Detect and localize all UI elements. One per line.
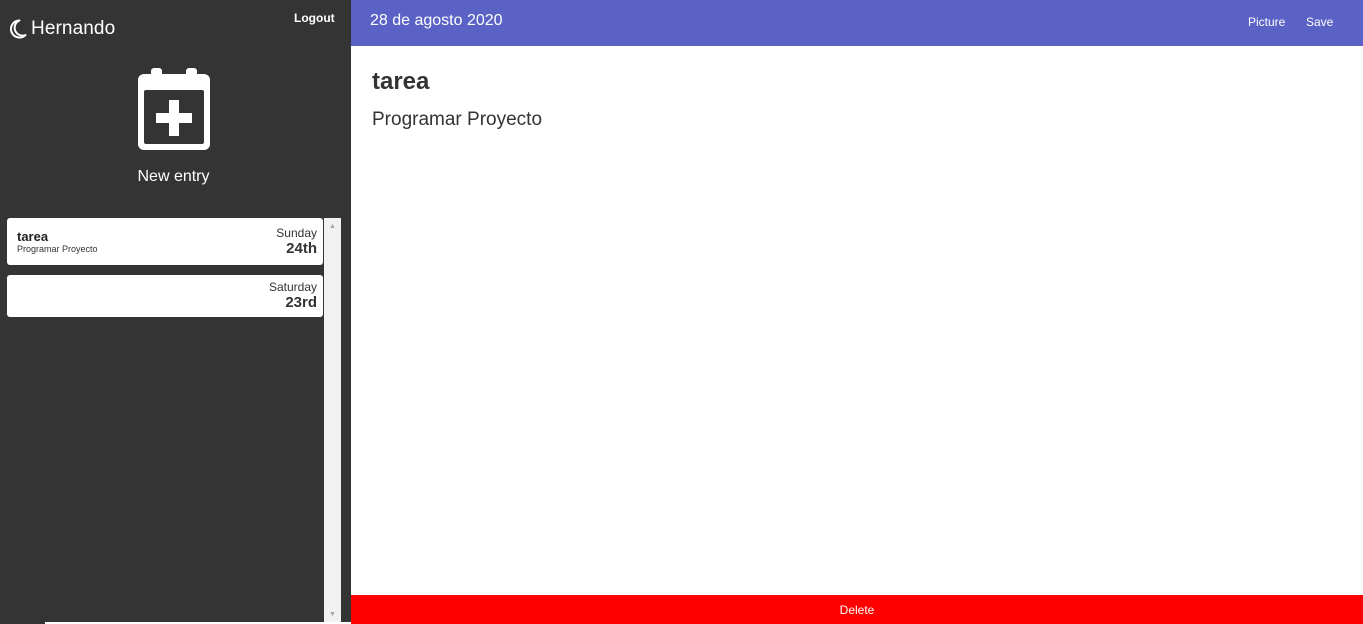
brand: Hernando [7, 16, 115, 42]
brand-name: Hernando [31, 18, 116, 39]
delete-button[interactable]: Delete [351, 595, 1363, 624]
entry-item[interactable]: tarea Programar Proyecto Sunday 24th [7, 218, 323, 265]
entry-date: 28 de agosto 2020 [370, 12, 503, 29]
new-entry-button[interactable]: New entry [0, 68, 347, 192]
entry-body-field[interactable]: Programar Proyecto [372, 109, 542, 131]
moon-icon [7, 18, 27, 40]
entry-weekday: Sunday [276, 226, 317, 240]
entry-header: 28 de agosto 2020 Picture Save [351, 0, 1363, 46]
scroll-up-arrow-icon[interactable]: ▲ [324, 220, 341, 234]
entry-editor[interactable]: tarea Programar Proyecto [351, 46, 1363, 595]
calendar-plus-icon [137, 68, 210, 150]
picture-button[interactable]: Picture [1248, 15, 1285, 29]
app-window: Hernando Logout New entry tarea Programa… [0, 0, 1363, 624]
logout-button[interactable]: Logout [294, 11, 335, 25]
scroll-down-arrow-icon[interactable]: ▼ [324, 608, 341, 622]
entry-list-scrollbar[interactable]: ▲ ▼ [324, 218, 341, 624]
entry-title-field[interactable]: tarea [372, 68, 429, 96]
entry-day-number: 23rd [285, 294, 317, 311]
entry-list: tarea Programar Proyecto Sunday 24th Sat… [0, 218, 341, 624]
save-button[interactable]: Save [1306, 15, 1333, 29]
entry-day-number: 24th [286, 240, 317, 257]
entry-title: tarea [17, 229, 49, 244]
entry-weekday: Saturday [268, 280, 317, 294]
entry-subtitle: Programar Proyecto [17, 244, 98, 254]
sidebar: Hernando Logout New entry tarea Programa… [0, 0, 389, 624]
new-entry-label: New entry [137, 168, 210, 185]
entry-item[interactable]: Saturday 23rd [7, 275, 323, 317]
